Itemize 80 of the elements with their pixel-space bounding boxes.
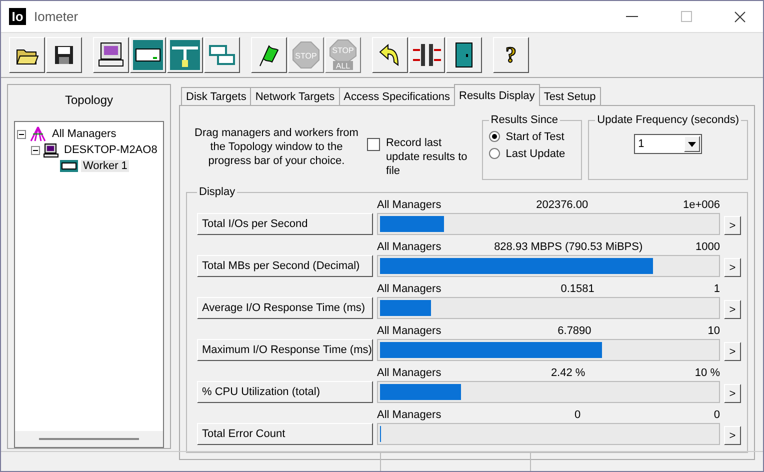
app-logo: Io [9,8,26,25]
metric-button[interactable]: Total I/Os per Second [197,213,373,235]
metric-button[interactable]: Total MBs per Second (Decimal) [197,255,373,277]
scale-max-text: 10 [708,324,720,338]
scale-max-text: 1e+006 [682,198,720,212]
tree-item[interactable]: Worker 1 [81,160,130,172]
radio-label: Start of Test [506,130,564,142]
group-title: Display [198,186,236,198]
reading-text: 828.93 MBPS (790.53 MiBPS) [494,240,643,254]
source-label: All Managers [377,240,442,254]
computer-icon [97,41,125,69]
double-arrow-icon [412,42,442,68]
more-button[interactable]: > [724,426,741,445]
source-label: All Managers [377,324,442,338]
dropdown-button[interactable] [684,136,700,152]
toolbar-button[interactable] [204,37,240,73]
tab[interactable]: Disk Targets [181,87,252,106]
more-button[interactable]: > [724,342,741,361]
reading-text: 0 [574,408,581,422]
drive-icon [60,160,78,172]
toolbar-button[interactable] [446,37,482,73]
minimize-icon [626,16,638,18]
dropdown-value: 1 [638,138,644,150]
toolbar-button[interactable] [9,37,45,73]
drive-icon [133,40,163,70]
more-button[interactable]: > [724,384,741,403]
toolbar-button[interactable] [46,37,82,73]
door-icon [453,41,475,69]
question-mark-icon: ? [501,42,521,68]
computer-icon [43,142,59,158]
toolbar-button[interactable]: ? [493,37,529,73]
scale-max-text: 10 % [694,366,720,380]
group-title: Update Frequency (seconds) [596,114,740,126]
more-button[interactable]: > [724,258,741,277]
more-button[interactable]: > [724,216,741,235]
frequency-dropdown[interactable]: 1 [634,134,702,154]
metric-button[interactable]: % CPU Utilization (total) [197,381,373,403]
tab[interactable]: Test Setup [538,87,601,106]
reading-text: 0.1581 [560,282,594,296]
checkbox-label: Record last update results to file [386,136,468,178]
window-title: Iometer [34,9,80,24]
toolbar-button[interactable] [251,37,287,73]
radio-label: Last Update [506,148,566,160]
radio-button[interactable] [488,148,500,159]
source-label: All Managers [377,282,442,296]
metric-button[interactable]: Total Error Count [197,423,373,445]
reading-text: 2.42 % [550,366,586,380]
toolbar-button[interactable] [130,37,166,73]
tree-item[interactable]: DESKTOP-M2AO8 [62,144,160,156]
scale-max-text: 1 [714,282,720,296]
managers-icon [29,126,47,142]
metric-button[interactable]: Average I/O Response Time (ms) [197,297,373,319]
collapse-toggle[interactable] [17,130,26,138]
radio-button[interactable] [488,131,500,142]
toolbar-button[interactable] [409,37,445,73]
horizontal-scrollbar[interactable] [15,431,163,447]
scale-max-text: 1000 [696,240,720,254]
instructions-text: Drag managers and workers from the Topology window to the progress bar of your choice. [194,126,360,168]
caret-icon [688,142,696,146]
close-icon [734,10,746,22]
toolbar-button[interactable] [167,37,203,73]
group-title: Results Since [490,114,560,126]
panel-title: Topology [64,93,114,107]
maximize-icon [680,11,692,22]
collapse-toggle[interactable] [31,146,40,154]
tree-item[interactable]: All Managers [50,128,118,140]
network-icon [170,40,200,70]
more-button[interactable]: > [724,300,741,319]
scale-max-text: 0 [714,408,720,422]
workers-icon [208,43,236,67]
metric-button[interactable]: Maximum I/O Response Time (ms) [197,339,373,361]
source-label: All Managers [377,366,442,380]
toolbar-button[interactable] [372,37,408,73]
tab[interactable]: Results Display [454,84,540,106]
reading-text: 6.7890 [558,324,592,338]
source-label: All Managers [377,198,442,212]
source-label: All Managers [377,408,442,422]
toolbar-button[interactable] [93,37,129,73]
checkbox[interactable] [366,138,380,151]
reading-text: 202376.00 [536,198,588,212]
